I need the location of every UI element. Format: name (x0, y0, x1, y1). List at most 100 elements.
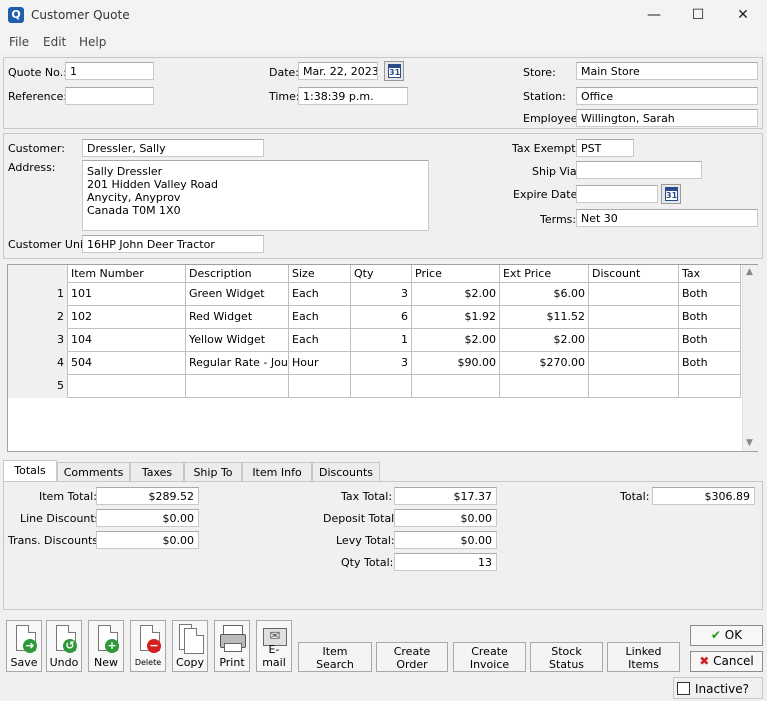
print-button[interactable]: Print (214, 620, 250, 672)
col-header-tax[interactable]: Tax (679, 265, 741, 283)
cell-discount[interactable] (589, 375, 679, 398)
cell-qty[interactable] (351, 375, 412, 398)
cell-qty[interactable]: 6 (351, 306, 412, 329)
undo-button[interactable]: ↺ Undo (46, 620, 82, 672)
date-field[interactable]: Mar. 22, 2023 (298, 62, 378, 80)
cell-item-number[interactable]: 104 (68, 329, 186, 352)
line-items-grid[interactable]: Item Number Description Size Qty Price E… (7, 264, 758, 452)
cell-ext-price[interactable]: $270.00 (500, 352, 589, 375)
email-button[interactable]: ✉ E-mail (256, 620, 292, 672)
cell-item-number[interactable]: 102 (68, 306, 186, 329)
cell-price[interactable]: $1.92 (412, 306, 500, 329)
row-number[interactable]: 1 (8, 283, 68, 306)
delete-button[interactable]: − Delete (130, 620, 166, 672)
cell-size[interactable] (289, 375, 351, 398)
employee-field[interactable]: Willington, Sarah (576, 109, 758, 127)
cell-ext-price[interactable]: $2.00 (500, 329, 589, 352)
menu-file[interactable]: File (9, 35, 29, 49)
cell-discount[interactable] (589, 329, 679, 352)
cell-size[interactable]: Hour (289, 352, 351, 375)
cell-size[interactable]: Each (289, 306, 351, 329)
customer-field[interactable]: Dressler, Sally (82, 139, 264, 157)
cell-item-number[interactable]: 101 (68, 283, 186, 306)
menu-help[interactable]: Help (79, 35, 106, 49)
expire-date-field[interactable] (576, 185, 658, 203)
store-field[interactable]: Main Store (576, 62, 758, 80)
tab-comments[interactable]: Comments (57, 462, 130, 482)
cell-description[interactable]: Yellow Widget (186, 329, 289, 352)
cell-item-number[interactable] (68, 375, 186, 398)
time-field[interactable]: 1:38:39 p.m. (298, 87, 408, 105)
cell-price[interactable]: $2.00 (412, 283, 500, 306)
date-calendar-button[interactable]: 31 (384, 61, 404, 81)
cell-discount[interactable] (589, 352, 679, 375)
quote-no-field[interactable]: 1 (65, 62, 154, 80)
cell-ext-price[interactable]: $11.52 (500, 306, 589, 329)
maximize-button[interactable]: ☐ (675, 0, 721, 31)
cell-size[interactable]: Each (289, 329, 351, 352)
cell-description[interactable]: Red Widget (186, 306, 289, 329)
cell-tax[interactable]: Both (679, 283, 741, 306)
tab-ship-to[interactable]: Ship To (184, 462, 242, 482)
cell-qty[interactable]: 1 (351, 329, 412, 352)
tab-discounts[interactable]: Discounts (312, 462, 380, 482)
cell-description[interactable]: Regular Rate - Journeyman (186, 352, 289, 375)
cancel-button[interactable]: ✖ Cancel (690, 651, 763, 672)
item-search-button[interactable]: Item Search (298, 642, 372, 672)
create-order-button[interactable]: Create Order (376, 642, 448, 672)
terms-field[interactable]: Net 30 (576, 209, 758, 227)
cell-discount[interactable] (589, 306, 679, 329)
scroll-down-icon[interactable]: ▼ (746, 438, 753, 448)
tab-totals[interactable]: Totals (3, 460, 57, 482)
tab-item-info[interactable]: Item Info (242, 462, 312, 482)
inactive-checkbox[interactable] (677, 682, 690, 695)
cell-price[interactable]: $2.00 (412, 329, 500, 352)
save-button[interactable]: ➜ Save (6, 620, 42, 672)
ship-via-field[interactable] (576, 161, 702, 179)
row-number[interactable]: 3 (8, 329, 68, 352)
col-header-discount[interactable]: Discount (589, 265, 679, 283)
menu-edit[interactable]: Edit (43, 35, 66, 49)
col-header-price[interactable]: Price (412, 265, 500, 283)
cell-size[interactable]: Each (289, 283, 351, 306)
cell-description[interactable]: Green Widget (186, 283, 289, 306)
cell-qty[interactable]: 3 (351, 352, 412, 375)
address-box[interactable]: Sally Dressler 201 Hidden Valley Road An… (82, 160, 429, 231)
row-number[interactable]: 4 (8, 352, 68, 375)
cell-description[interactable] (186, 375, 289, 398)
copy-button[interactable]: Copy (172, 620, 208, 672)
col-header-size[interactable]: Size (289, 265, 351, 283)
row-number[interactable]: 2 (8, 306, 68, 329)
cell-discount[interactable] (589, 283, 679, 306)
linked-items-button[interactable]: Linked Items (607, 642, 680, 672)
close-button[interactable]: ✕ (720, 0, 766, 31)
cell-tax[interactable]: Both (679, 306, 741, 329)
cell-price[interactable] (412, 375, 500, 398)
col-header-qty[interactable]: Qty (351, 265, 412, 283)
cell-tax[interactable]: Both (679, 352, 741, 375)
col-header-ext-price[interactable]: Ext Price (500, 265, 589, 283)
grid-scrollbar[interactable]: ▲ ▼ (742, 265, 758, 451)
station-field[interactable]: Office (576, 87, 758, 105)
ok-button[interactable]: ✔ OK (690, 625, 763, 646)
minimize-button[interactable]: — (631, 0, 677, 31)
create-invoice-button[interactable]: Create Invoice (453, 642, 526, 672)
cell-tax[interactable]: Both (679, 329, 741, 352)
cell-qty[interactable]: 3 (351, 283, 412, 306)
col-header-description[interactable]: Description (186, 265, 289, 283)
row-number[interactable]: 5 (8, 375, 68, 398)
cell-tax[interactable] (679, 375, 741, 398)
col-header-item-number[interactable]: Item Number (68, 265, 186, 283)
customer-unit-field[interactable]: 16HP John Deer Tractor (82, 235, 264, 253)
stock-status-button[interactable]: Stock Status (530, 642, 603, 672)
new-button[interactable]: + New (88, 620, 124, 672)
cell-ext-price[interactable] (500, 375, 589, 398)
cell-item-number[interactable]: 504 (68, 352, 186, 375)
expire-calendar-button[interactable]: 31 (661, 184, 681, 204)
scroll-up-icon[interactable]: ▲ (746, 267, 753, 277)
tab-taxes[interactable]: Taxes (130, 462, 184, 482)
cell-ext-price[interactable]: $6.00 (500, 283, 589, 306)
reference-field[interactable] (65, 87, 154, 105)
cell-price[interactable]: $90.00 (412, 352, 500, 375)
tax-exempt-field[interactable]: PST (576, 139, 634, 157)
